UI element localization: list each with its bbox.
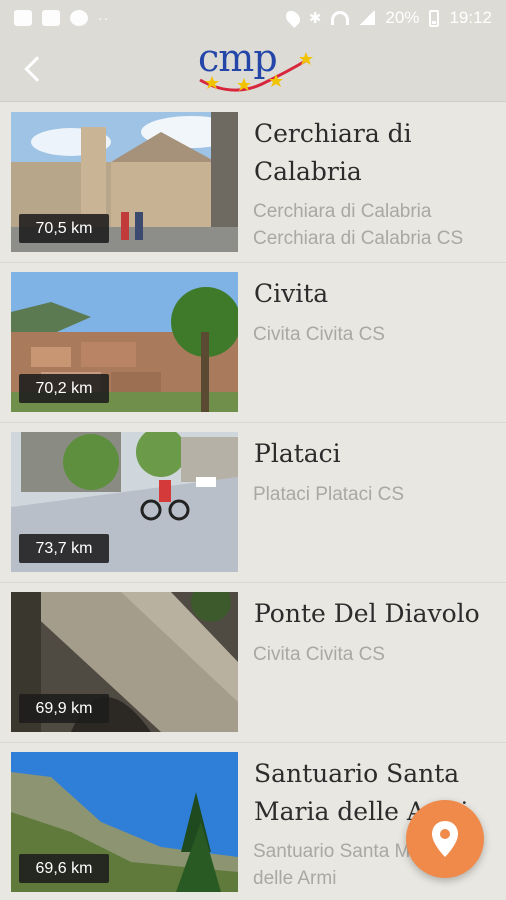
gallery-icon [14,10,32,26]
list-item[interactable]: 69,9 km Ponte Del Diavolo Civita Civita … [0,583,506,743]
list-item[interactable]: 73,7 km Plataci Plataci Plataci CS [0,423,506,583]
location-icon [282,8,303,28]
list-item[interactable]: 70,5 km Cerchiara di Calabria Cerchiara … [0,103,506,263]
chevron-left-icon [24,56,50,82]
place-photo: 69,9 km [11,592,238,732]
distance-badge: 73,7 km [19,534,109,563]
whatsapp-icon [70,10,88,26]
list-item[interactable]: 70,2 km Civita Civita Civita CS [0,263,506,423]
back-button[interactable] [10,46,56,92]
battery-icon [429,9,440,27]
place-subtitle: Civita Civita CS [253,324,385,345]
map-pin-icon [432,821,458,857]
places-list: 70,5 km Cerchiara di Calabria Cerchiara … [0,103,506,900]
cmp-logo: cmp [192,36,318,98]
bluetooth-icon: ✱ [308,10,322,27]
place-title: Ponte Del Diavolo [254,599,480,628]
status-bar: ·· ✱ 20% 19:12 [0,0,506,36]
wifi-icon [331,11,350,25]
map-fab-button[interactable] [406,800,484,878]
place-subtitle: Civita Civita CS [253,644,385,665]
distance-badge: 70,5 km [19,214,109,243]
distance-badge: 69,6 km [19,854,109,883]
place-photo: 69,6 km [11,752,238,892]
battery-percent: 20% [385,8,420,27]
place-title: Cerchiara di Calabria [254,119,412,186]
status-left: ·· [14,10,109,26]
place-title: Plataci [254,439,341,468]
place-photo: 73,7 km [11,432,238,572]
place-photo: 70,2 km [11,272,238,412]
distance-badge: 69,9 km [19,694,109,723]
place-title: Civita [254,279,329,308]
distance-badge: 70,2 km [19,374,109,403]
logo-swoosh [199,52,313,92]
place-subtitle: Cerchiara di Calabria Cerchiara di Calab… [253,201,464,249]
place-subtitle: Plataci Plataci CS [253,484,405,505]
status-right: ✱ 20% 19:12 [282,8,492,28]
app-bar: cmp [0,36,506,102]
mail-icon [42,10,60,26]
signal-icon [359,11,376,25]
clock: 19:12 [449,8,492,27]
more-notifications-icon: ·· [98,10,110,26]
place-photo: 70,5 km [11,112,238,252]
